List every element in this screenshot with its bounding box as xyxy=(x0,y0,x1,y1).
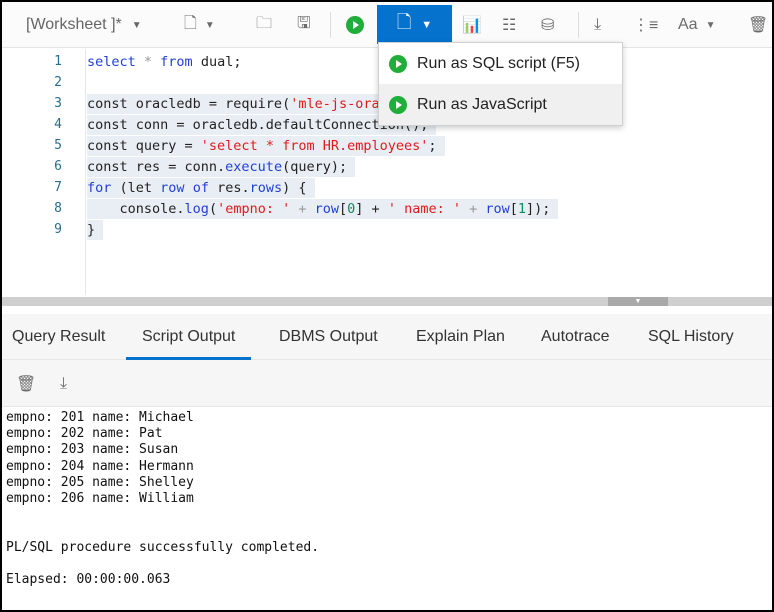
worksheet-title: [Worksheet ]* xyxy=(26,16,122,33)
menu-item-label: Run as SQL script (F5) xyxy=(417,54,581,72)
output-line: PL/SQL procedure successfully completed. xyxy=(6,539,320,555)
play-icon xyxy=(346,16,364,34)
line-number: 7 xyxy=(54,180,62,195)
save-button[interactable]: 🖫 xyxy=(297,7,311,43)
tab-sql-history[interactable]: SQL History xyxy=(648,314,734,360)
run-script-button[interactable]: 🗋 ▼ xyxy=(377,5,452,44)
database-icon: ⛁ xyxy=(541,17,555,34)
line-number: 1 xyxy=(54,54,62,69)
menu-item-run-sql-script[interactable]: Run as SQL script (F5) xyxy=(379,43,622,84)
output-line: empno: 206 name: William xyxy=(6,491,194,507)
indent-icon: ⋮≡ xyxy=(633,17,659,34)
format-button[interactable]: ⋮≡ xyxy=(633,7,658,43)
font-icon: Aa xyxy=(678,16,698,33)
new-file-icon: 🗋 xyxy=(184,14,197,32)
line-number: 2 xyxy=(54,75,62,90)
output-line: empno: 204 name: Hermann xyxy=(6,458,194,474)
line-number: 6 xyxy=(54,159,62,174)
explain-plan-button[interactable]: 📊 xyxy=(462,7,482,43)
open-button[interactable]: 🗀 xyxy=(256,7,272,43)
worksheet-selector[interactable]: [Worksheet ]* ▼ xyxy=(26,7,142,43)
output-line: Elapsed: 00:00:00.063 xyxy=(6,571,171,587)
code-line: for (let row of res.rows) { xyxy=(87,178,315,198)
tab-query-result[interactable]: Query Result xyxy=(12,314,105,360)
tab-script-output[interactable]: Script Output xyxy=(126,314,252,360)
code-line: } xyxy=(87,220,104,240)
line-number-gutter: 1 2 3 4 5 6 7 8 9 xyxy=(2,49,86,295)
run-statement-button[interactable] xyxy=(346,7,364,43)
chevron-down-icon: ▼ xyxy=(705,19,716,31)
tab-explain-plan[interactable]: Explain Plan xyxy=(416,314,505,360)
font-menu-button[interactable]: Aa ▼ xyxy=(678,7,715,43)
script-run-icon: 🗋 xyxy=(396,11,412,32)
menu-item-label: Run as JavaScript xyxy=(417,95,547,113)
play-icon xyxy=(389,95,407,114)
download-button[interactable]: ⤓ xyxy=(594,7,601,43)
download-icon: ⤓ xyxy=(594,16,602,33)
output-line: empno: 205 name: Shelley xyxy=(6,474,194,490)
line-number: 3 xyxy=(54,96,62,111)
new-file-button[interactable]: 🗋 ▼ xyxy=(184,7,215,43)
clear-output-button[interactable]: 🗑 xyxy=(16,366,36,402)
chart-run-icon: 📊 xyxy=(462,17,482,34)
trash-icon: 🗑 xyxy=(16,376,37,393)
clear-button[interactable]: 🗑 xyxy=(748,7,768,43)
line-number: 9 xyxy=(54,222,62,237)
tab-autotrace[interactable]: Autotrace xyxy=(541,314,609,360)
script-output-text: empno: 201 name: Michael empno: 202 name:… xyxy=(6,410,319,588)
output-tabs: Query Result Script Output DBMS Output E… xyxy=(2,314,772,360)
menu-item-run-javascript[interactable]: Run as JavaScript xyxy=(379,84,622,125)
save-icon: 🖫 xyxy=(297,14,311,32)
database-button[interactable]: ⛁ xyxy=(541,7,554,43)
output-line: empno: 201 name: Michael xyxy=(6,410,194,425)
download-icon: ⤓ xyxy=(60,375,68,392)
output-line: empno: 203 name: Susan xyxy=(6,442,179,458)
download-output-button[interactable]: ⤓ xyxy=(60,366,67,402)
collapse-handle[interactable]: ▼ xyxy=(608,297,668,306)
tree-icon: ☷ xyxy=(502,17,517,34)
code-line: select * from dual; xyxy=(87,54,242,70)
chevron-down-icon: ▼ xyxy=(421,18,433,31)
separator xyxy=(330,12,331,38)
line-number: 4 xyxy=(54,117,62,132)
autotrace-button[interactable]: ☷ xyxy=(502,7,516,43)
tab-dbms-output[interactable]: DBMS Output xyxy=(279,314,378,360)
panel-splitter[interactable]: ▼ xyxy=(2,297,772,306)
line-number: 5 xyxy=(54,138,62,153)
folder-icon: 🗀 xyxy=(256,14,273,32)
output-line: empno: 202 name: Pat xyxy=(6,426,163,442)
output-toolbar: 🗑 ⤓ xyxy=(2,360,772,407)
code-line: const res = conn.execute(query); xyxy=(87,157,356,177)
separator xyxy=(578,12,579,38)
sql-worksheet-window: [Worksheet ]* ▼ 🗋 ▼ 🗀 🖫 🗋 ▼ 📊 ☷ ⛁ ⤓ ⋮≡ Aa ▼ … xyxy=(2,2,772,610)
code-line: console.log('empno: ' + row[0] + ' name:… xyxy=(87,199,559,219)
trash-icon: 🗑 xyxy=(748,17,769,34)
line-number: 8 xyxy=(54,201,62,216)
run-dropdown-menu: Run as SQL script (F5) Run as JavaScript xyxy=(378,42,623,126)
chevron-down-icon: ▼ xyxy=(204,19,215,31)
play-icon xyxy=(389,54,407,73)
code-line: const query = 'select * from HR.employee… xyxy=(87,136,445,156)
chevron-down-icon: ▼ xyxy=(131,19,142,31)
